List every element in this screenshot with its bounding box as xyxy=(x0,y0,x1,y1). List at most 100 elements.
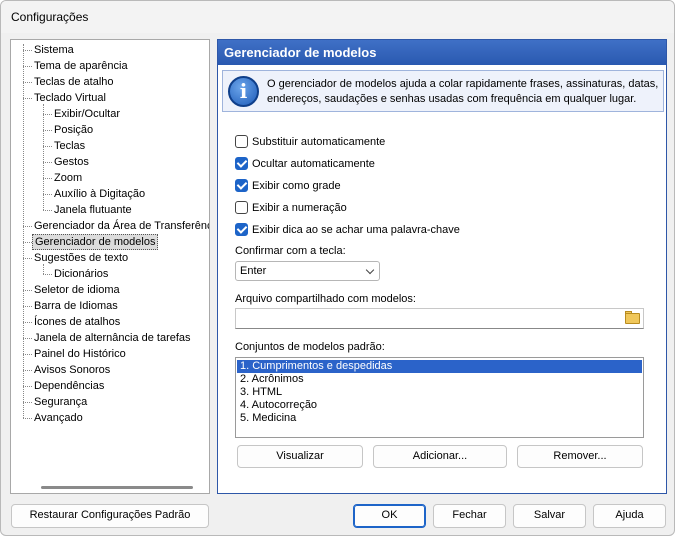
tree-connector xyxy=(23,322,32,323)
checkbox-box[interactable] xyxy=(235,179,248,192)
list-item[interactable]: 3. HTML xyxy=(237,386,642,399)
browse-folder-button[interactable] xyxy=(622,309,643,328)
tree-connector xyxy=(23,386,32,387)
tree-item-label: Ícones de atalhos xyxy=(34,316,121,328)
tree-item[interactable]: Exibir/Ocultar xyxy=(11,106,209,122)
tree-item-label: Janela flutuante xyxy=(54,204,132,216)
add-button[interactable]: Adicionar... xyxy=(373,445,507,468)
tree-item[interactable]: Gerenciador da Área de Transferência xyxy=(11,218,209,234)
tree-item[interactable]: Gestos xyxy=(11,154,209,170)
tree-item-label: Avançado xyxy=(34,412,83,424)
tree-item-label: Sistema xyxy=(34,44,74,56)
tree-item-label: Tema de aparência xyxy=(34,60,128,72)
tree-connector xyxy=(23,418,32,419)
tree-item-label: Avisos Sonoros xyxy=(34,364,111,376)
tree-connector xyxy=(23,226,32,227)
tree-connector xyxy=(23,402,32,403)
list-item[interactable]: 2. Acrônimos xyxy=(237,373,642,386)
save-button[interactable]: Salvar xyxy=(513,504,586,528)
tree-item[interactable]: Teclas xyxy=(11,138,209,154)
tree-connector xyxy=(43,194,52,195)
list-item[interactable]: 5. Medicina xyxy=(237,412,642,425)
tree-item[interactable]: Teclas de atalho xyxy=(11,74,209,90)
tree-connector xyxy=(23,50,32,51)
chevron-down-icon xyxy=(365,265,375,275)
close-button[interactable]: Fechar xyxy=(433,504,506,528)
checkbox-box[interactable] xyxy=(235,157,248,170)
ok-button[interactable]: OK xyxy=(353,504,426,528)
panel-title: Gerenciador de modelos xyxy=(218,40,666,65)
title-bar: Configurações xyxy=(1,1,674,33)
tree-connector xyxy=(23,306,32,307)
tree-item-label: Janela de alternância de tarefas xyxy=(34,332,191,344)
tree-item[interactable]: Ícones de atalhos xyxy=(11,314,209,330)
info-icon: i xyxy=(228,76,259,107)
tree-connector xyxy=(43,178,52,179)
tree-branch-line xyxy=(43,104,44,210)
checkbox-label: Ocultar automaticamente xyxy=(252,158,375,170)
tree-item[interactable]: Avançado xyxy=(11,410,209,426)
info-box: i O gerenciador de modelos ajuda a colar… xyxy=(222,70,664,112)
tree-connector xyxy=(43,114,52,115)
info-text: O gerenciador de modelos ajuda a colar r… xyxy=(267,78,659,105)
tree-item[interactable]: Seletor de idioma xyxy=(11,282,209,298)
tree-item-label: Gerenciador da Área de Transferência xyxy=(34,220,210,232)
tree-item[interactable]: Sistema xyxy=(11,42,209,58)
tree-item[interactable]: Avisos Sonoros xyxy=(11,362,209,378)
tree-item-label: Exibir/Ocultar xyxy=(54,108,121,120)
tree-horizontal-scrollbar[interactable] xyxy=(41,486,193,489)
list-item[interactable]: 1. Cumprimentos e despedidas xyxy=(237,360,642,373)
remove-button[interactable]: Remover... xyxy=(517,445,643,468)
tree-item[interactable]: Janela de alternância de tarefas xyxy=(11,330,209,346)
checkbox-label: Exibir como grade xyxy=(252,180,341,192)
tree-item[interactable]: Janela flutuante xyxy=(11,202,209,218)
tree-connector xyxy=(23,258,32,259)
tree-connector xyxy=(23,66,32,67)
tree-item[interactable]: Dicionários xyxy=(11,266,209,282)
tree-connector xyxy=(43,274,52,275)
tree-item[interactable]: Painel do Histórico xyxy=(11,346,209,362)
tree-item-label: Teclas de atalho xyxy=(34,76,114,88)
tree-item[interactable]: Gerenciador de modelos xyxy=(11,234,209,250)
tree-item[interactable]: Dependências xyxy=(11,378,209,394)
tree-item[interactable]: Sugestões de texto xyxy=(11,250,209,266)
checkbox-box[interactable] xyxy=(235,223,248,236)
window-title: Configurações xyxy=(11,10,89,24)
template-sets-list[interactable]: 1. Cumprimentos e despedidas 2. Acrônimo… xyxy=(235,357,644,438)
tree-item-label: Segurança xyxy=(34,396,88,408)
shared-file-input[interactable] xyxy=(235,308,644,329)
settings-tree[interactable]: Sistema Tema de aparência Teclas de atalho… xyxy=(10,39,210,494)
tree-item[interactable]: Segurança xyxy=(11,394,209,410)
tree-connector xyxy=(23,82,32,83)
checkbox-label: Substituir automaticamente xyxy=(252,136,386,148)
tree-item-label: Zoom xyxy=(54,172,83,184)
tree-connector xyxy=(43,130,52,131)
tree-connector xyxy=(23,242,32,243)
tree-connector xyxy=(43,210,52,211)
tree-item-label: Dicionários xyxy=(54,268,109,280)
tree-item[interactable]: Zoom xyxy=(11,170,209,186)
checkbox-box[interactable] xyxy=(235,135,248,148)
tree-item[interactable]: Teclado Virtual xyxy=(11,90,209,106)
tree-item-label: Painel do Histórico xyxy=(34,348,126,360)
tree-item-label: Barra de Idiomas xyxy=(34,300,118,312)
tree-item[interactable]: Posição xyxy=(11,122,209,138)
checkbox-label: Exibir dica ao se achar uma palavra-chav… xyxy=(252,224,460,236)
checkbox-label: Exibir a numeração xyxy=(252,202,347,214)
tree-item[interactable]: Barra de Idiomas xyxy=(11,298,209,314)
tree-item[interactable]: Tema de aparência xyxy=(11,58,209,74)
list-item[interactable]: 4. Autocorreção xyxy=(237,399,642,412)
tree-connector xyxy=(23,370,32,371)
confirm-key-select[interactable]: Enter xyxy=(235,261,380,281)
restore-defaults-button[interactable]: Restaurar Configurações Padrão xyxy=(11,504,209,528)
checkbox-box[interactable] xyxy=(235,201,248,214)
tree-item-label: Gestos xyxy=(54,156,89,168)
tree-connector xyxy=(23,338,32,339)
shared-file-label: Arquivo compartilhado com modelos: xyxy=(235,293,416,305)
tree-item-label: Gerenciador de modelos xyxy=(32,234,159,250)
content-panel: Gerenciador de modelos i O gerenciador d… xyxy=(217,39,667,494)
view-button[interactable]: Visualizar xyxy=(237,445,363,468)
tree-item-label: Auxílio à Digitação xyxy=(54,188,146,200)
tree-item[interactable]: Auxílio à Digitação xyxy=(11,186,209,202)
help-button[interactable]: Ajuda xyxy=(593,504,666,528)
